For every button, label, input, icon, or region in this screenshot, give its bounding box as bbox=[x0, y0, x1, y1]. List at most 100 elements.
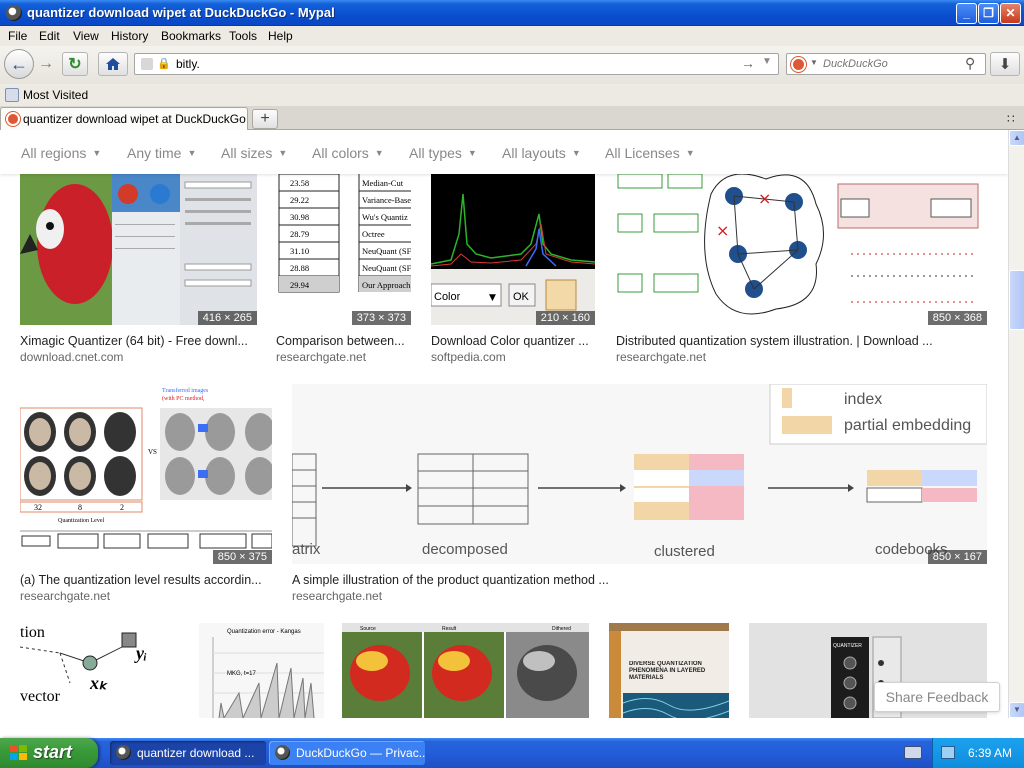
start-button[interactable]: start bbox=[0, 738, 98, 768]
result-title[interactable]: Distributed quantization system illustra… bbox=[616, 334, 946, 348]
legend-index: index bbox=[844, 391, 882, 408]
filter-label: All layouts bbox=[502, 145, 566, 161]
filter-colors[interactable]: All colors ▼ bbox=[312, 145, 384, 161]
share-feedback-button[interactable]: Share Feedback bbox=[874, 682, 1000, 712]
result-source: researchgate.net bbox=[20, 589, 111, 603]
filter-regions[interactable]: All regions ▼ bbox=[21, 145, 101, 161]
result-title[interactable]: Download Color quantizer ... bbox=[431, 334, 595, 348]
url-input[interactable] bbox=[176, 57, 736, 71]
home-button[interactable] bbox=[98, 52, 128, 76]
menu-edit[interactable]: Edit bbox=[39, 29, 60, 43]
filter-licenses[interactable]: All Licenses ▼ bbox=[605, 145, 695, 161]
menu-help[interactable]: Help bbox=[268, 29, 293, 43]
label-decomposed: decomposed bbox=[422, 541, 508, 558]
go-arrow-icon[interactable]: → bbox=[741, 55, 755, 71]
table-value: 29.94 bbox=[290, 280, 310, 290]
result-image-comparison[interactable]: 23.58 29.22 30.98 28.79 31.10 28.88 29.9… bbox=[276, 174, 411, 325]
filter-time[interactable]: Any time ▼ bbox=[127, 145, 196, 161]
list-all-tabs-icon[interactable]: ∷ bbox=[1007, 112, 1015, 126]
taskbar-item-mypal[interactable]: quantizer download ... bbox=[110, 741, 266, 765]
duckduckgo-tab-icon bbox=[6, 112, 20, 126]
tab-bar: quantizer download wipet at DuckDuckGo +… bbox=[0, 106, 1024, 130]
tab-label: quantizer download wipet at DuckDuckGo bbox=[23, 112, 246, 126]
result-image-error-chart[interactable]: Quantization error - Kangas MKG, t=17 bbox=[199, 623, 324, 718]
url-dropdown-icon[interactable]: ▼ bbox=[762, 56, 772, 67]
result-image-vector[interactable]: tion yᵢ xₖ vector bbox=[20, 623, 181, 718]
scroll-down-arrow-icon[interactable]: ▼ bbox=[1009, 702, 1024, 718]
search-bar[interactable]: ▼ ⚲ bbox=[786, 53, 986, 75]
new-tab-button[interactable]: + bbox=[252, 109, 278, 129]
filter-label: All colors bbox=[312, 145, 369, 161]
search-icon[interactable]: ⚲ bbox=[965, 55, 975, 72]
keyboard-icon[interactable] bbox=[904, 746, 922, 759]
maximize-button[interactable]: ❐ bbox=[978, 3, 999, 24]
table-label: Our Approach bbox=[362, 280, 411, 290]
url-bar[interactable]: 🔒 → ▼ bbox=[134, 53, 779, 75]
result-image-color-quantizer[interactable]: Color ▼ OK 210 × 160 bbox=[431, 174, 595, 325]
image-dimensions: 850 × 375 bbox=[212, 550, 272, 564]
ok-label: OK bbox=[513, 291, 530, 303]
menu-view[interactable]: View bbox=[73, 29, 99, 43]
lock-icon: 🔒 bbox=[157, 58, 171, 70]
clock[interactable]: 6:39 AM bbox=[968, 746, 1012, 760]
window-title: quantizer download wipet at DuckDuckGo -… bbox=[27, 5, 335, 20]
downloads-button[interactable]: ⬇ bbox=[990, 52, 1020, 76]
book-title: DIVERSE QUANTIZATION PHENOMENA IN LAYERE… bbox=[629, 661, 706, 681]
filter-label: Any time bbox=[127, 145, 182, 161]
page-scrollbar[interactable]: ▲ ▼ bbox=[1008, 130, 1024, 718]
table-value: 29.22 bbox=[290, 195, 309, 205]
result-source: researchgate.net bbox=[276, 350, 367, 364]
mypal-icon bbox=[6, 5, 22, 21]
color-dropdown-label: Color bbox=[434, 291, 461, 303]
result-title[interactable]: (a) The quantization level results accor… bbox=[20, 573, 272, 587]
forward-button[interactable]: → bbox=[36, 54, 56, 74]
engine-dropdown-icon[interactable]: ▼ bbox=[810, 58, 818, 67]
svg-text:▼: ▼ bbox=[489, 293, 496, 303]
table-value: 23.58 bbox=[290, 178, 309, 188]
duckduckgo-icon[interactable] bbox=[791, 57, 806, 72]
scroll-up-arrow-icon[interactable]: ▲ bbox=[1009, 130, 1024, 146]
filter-layouts[interactable]: All layouts ▼ bbox=[502, 145, 581, 161]
taskbar-item-duckduckgo[interactable]: DuckDuckGo — Privac... bbox=[269, 741, 425, 765]
most-visited-bookmark[interactable]: Most Visited bbox=[23, 88, 88, 102]
start-label: start bbox=[33, 742, 73, 762]
result-image-distributed[interactable]: × × 850 × 368 bbox=[616, 174, 987, 325]
result-image-book[interactable]: DIVERSE QUANTIZATION PHENOMENA IN LAYERE… bbox=[609, 623, 729, 718]
filter-label: All regions bbox=[21, 145, 87, 161]
scroll-thumb[interactable] bbox=[1009, 270, 1024, 330]
windows-logo-icon bbox=[10, 745, 27, 760]
error-chart-title: Quantization error - Kangas bbox=[227, 629, 301, 635]
close-button[interactable]: ✕ bbox=[1000, 3, 1021, 24]
tab-duckduckgo[interactable]: quantizer download wipet at DuckDuckGo bbox=[0, 107, 248, 130]
svg-text:×: × bbox=[716, 221, 729, 240]
result-image-ximagic[interactable]: 416 × 265 bbox=[20, 174, 257, 325]
chevron-down-icon: ▼ bbox=[187, 148, 197, 158]
vector-figure-icon: tion yᵢ xₖ vector bbox=[20, 624, 147, 705]
result-title[interactable]: Comparison between... bbox=[276, 334, 411, 348]
error-chart-label: MKG, t=17 bbox=[227, 671, 257, 677]
menu-file[interactable]: File bbox=[8, 29, 27, 43]
result-title[interactable]: Ximagic Quantizer (64 bit) - Free downl.… bbox=[20, 334, 257, 348]
download-arrow-icon: ⬇ bbox=[998, 56, 1012, 73]
filter-sizes[interactable]: All sizes ▼ bbox=[221, 145, 287, 161]
filter-types[interactable]: All types ▼ bbox=[409, 145, 477, 161]
comparison-table-icon: 23.58 29.22 30.98 28.79 31.10 28.88 29.9… bbox=[278, 174, 411, 293]
result-title[interactable]: A simple illustration of the product qua… bbox=[292, 573, 632, 587]
result-image-parrots[interactable]: Source Result Dithered bbox=[342, 623, 589, 718]
table-label: Median-Cut bbox=[362, 178, 404, 188]
site-identity-icon[interactable] bbox=[141, 58, 153, 70]
minimize-button[interactable]: _ bbox=[956, 3, 977, 24]
reload-button[interactable]: ↻ bbox=[62, 52, 88, 76]
result-image-faces[interactable]: VS Transferred images (with PC method, 3… bbox=[20, 384, 272, 564]
menu-history[interactable]: History bbox=[111, 29, 148, 43]
menu-bookmarks[interactable]: Bookmarks bbox=[161, 29, 221, 43]
search-input[interactable] bbox=[823, 58, 963, 70]
result-image-product-quantization[interactable]: index partial embedding atrix decomposed… bbox=[292, 384, 987, 564]
back-button[interactable]: ← bbox=[4, 49, 34, 79]
level-32: 32 bbox=[34, 503, 42, 512]
menu-tools[interactable]: Tools bbox=[229, 29, 257, 43]
svg-text:×: × bbox=[758, 189, 771, 208]
error-chart-icon: Quantization error - Kangas MKG, t=17 bbox=[212, 629, 324, 718]
quantization-level-label: Quantization Level bbox=[58, 518, 104, 524]
monitor-icon[interactable] bbox=[941, 746, 955, 759]
